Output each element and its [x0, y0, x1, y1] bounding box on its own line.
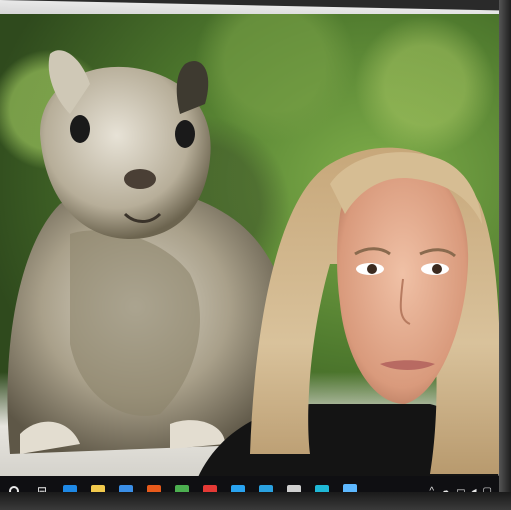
taskbar-app-button[interactable] [196, 476, 224, 492]
photos-icon [315, 485, 329, 492]
taskbar-app-button[interactable] [252, 476, 280, 492]
person-image [195, 147, 500, 484]
taskbar-app-button[interactable] [168, 476, 196, 492]
taskbar-app-button[interactable] [224, 476, 252, 492]
active-app-icon [343, 484, 357, 492]
office-icon [147, 485, 161, 492]
taskbar-app-button[interactable] [336, 476, 364, 492]
file-explorer-icon [91, 485, 105, 492]
chrome-icon [175, 485, 189, 492]
task-view-button[interactable]: ⊟ [28, 476, 56, 492]
pinned-apps [56, 476, 364, 492]
start-button[interactable] [0, 476, 28, 492]
taskbar-app-button[interactable] [56, 476, 84, 492]
windows-taskbar: ⊟ ^ ☁ ▭ ◂ ▢ [0, 476, 500, 492]
taskbar-app-button[interactable] [140, 476, 168, 492]
app-red-icon [203, 485, 217, 492]
taskbar-app-button[interactable] [308, 476, 336, 492]
taskbar-app-button[interactable] [84, 476, 112, 492]
monitor-bezel-right [499, 0, 511, 510]
mail-icon [119, 485, 133, 492]
edge-icon [63, 485, 77, 492]
taskbar-app-button[interactable] [280, 476, 308, 492]
task-view-icon: ⊟ [36, 484, 48, 492]
taskbar-app-button[interactable] [112, 476, 140, 492]
remote-desktop-icon [259, 485, 273, 492]
store-icon [231, 485, 245, 492]
monitor-bezel-bottom [0, 492, 511, 510]
screen: ⊟ ^ ☁ ▭ ◂ ▢ [0, 14, 500, 492]
calculator-icon [287, 485, 301, 492]
